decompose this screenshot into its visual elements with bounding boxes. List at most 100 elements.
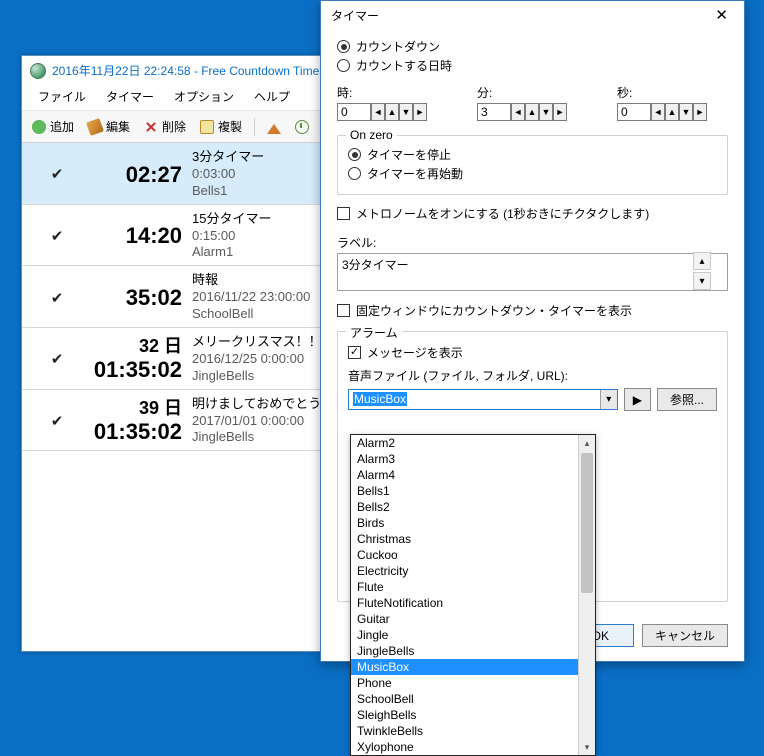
menu-help[interactable]: ヘルプ (244, 85, 300, 108)
fixed-window-checkbox[interactable]: 固定ウィンドウにカウントダウン・タイマーを表示 (337, 302, 728, 319)
radio-icon (348, 148, 361, 161)
label-textarea[interactable] (337, 253, 728, 291)
countdown: 02:27 (82, 162, 192, 187)
sound-combo-input[interactable]: MusicBox (348, 389, 618, 410)
countdown: 35:02 (82, 285, 192, 310)
seconds-up-button[interactable]: ▲ (665, 103, 679, 121)
close-button[interactable]: ✕ (709, 8, 734, 23)
seconds-right-button[interactable]: ► (693, 103, 707, 121)
label-label: ラベル: (337, 234, 728, 251)
checkbox-icon (348, 346, 361, 359)
home-button[interactable] (261, 117, 287, 137)
dialog-title: タイマー (331, 7, 379, 24)
minutes-up-button[interactable]: ▲ (525, 103, 539, 121)
onzero-restart[interactable]: タイマーを再始動 (348, 165, 717, 182)
scroll-thumb[interactable] (581, 453, 593, 593)
hours-left-button[interactable]: ◄ (371, 103, 385, 121)
hours-up-button[interactable]: ▲ (385, 103, 399, 121)
minutes-right-button[interactable]: ► (553, 103, 567, 121)
radio-icon (337, 40, 350, 53)
alarm-legend: アラーム (346, 324, 402, 341)
mode-countdown[interactable]: カウントダウン (337, 38, 728, 55)
add-button[interactable]: 追加 (26, 115, 80, 138)
x-icon (144, 120, 158, 134)
enable-checkbox[interactable]: ✔ (32, 350, 82, 368)
dropdown-option[interactable]: Xylophone (351, 739, 595, 755)
sound-combo[interactable]: MusicBox ▾ (348, 389, 618, 410)
dropdown-option[interactable]: Birds (351, 515, 595, 531)
dropdown-option[interactable]: MusicBox (351, 659, 595, 675)
hours-down-button[interactable]: ▼ (399, 103, 413, 121)
dialog-titlebar: タイマー ✕ (321, 1, 744, 30)
dropdown-option[interactable]: Christmas (351, 531, 595, 547)
dropdown-option[interactable]: Alarm2 (351, 435, 595, 451)
seconds-label: 秒: (617, 84, 707, 101)
hours-label: 時: (337, 84, 427, 101)
onzero-stop[interactable]: タイマーを停止 (348, 146, 717, 163)
countdown: 39 日01:35:02 (82, 398, 192, 444)
seconds-input[interactable] (617, 103, 651, 121)
enable-checkbox[interactable]: ✔ (32, 165, 82, 183)
scroll-up-icon[interactable]: ▴ (579, 435, 595, 451)
dropdown-option[interactable]: Alarm4 (351, 467, 595, 483)
onzero-group: On zero タイマーを停止 タイマーを再始動 (337, 135, 728, 195)
edit-button[interactable]: 編集 (82, 115, 136, 138)
play-button[interactable]: ▶ (624, 388, 651, 411)
countdown: 14:20 (82, 223, 192, 248)
dropdown-option[interactable]: Phone (351, 675, 595, 691)
dropdown-option[interactable]: Bells1 (351, 483, 595, 499)
cancel-button[interactable]: キャンセル (642, 624, 728, 647)
minutes-down-button[interactable]: ▼ (539, 103, 553, 121)
minutes-input[interactable] (477, 103, 511, 121)
hours-right-button[interactable]: ► (413, 103, 427, 121)
app-icon (30, 63, 46, 79)
dropdown-option[interactable]: FluteNotification (351, 595, 595, 611)
minutes-left-button[interactable]: ◄ (511, 103, 525, 121)
scroll-down-icon[interactable]: ▾ (579, 739, 595, 755)
dropdown-option[interactable]: Cuckoo (351, 547, 595, 563)
dropdown-option[interactable]: SchoolBell (351, 691, 595, 707)
enable-checkbox[interactable]: ✔ (32, 412, 82, 430)
minutes-label: 分: (477, 84, 567, 101)
radio-icon (348, 167, 361, 180)
seconds-down-button[interactable]: ▼ (679, 103, 693, 121)
dropdown-option[interactable]: Bells2 (351, 499, 595, 515)
onzero-legend: On zero (346, 128, 397, 142)
dropdown-option[interactable]: TwinkleBells (351, 723, 595, 739)
scrollbar[interactable]: ▴ ▾ (578, 435, 595, 755)
dropdown-option[interactable]: JingleBells (351, 643, 595, 659)
show-message-checkbox[interactable]: メッセージを表示 (348, 344, 717, 361)
enable-checkbox[interactable]: ✔ (32, 289, 82, 307)
sound-label: 音声ファイル (ファイル, フォルダ, URL): (348, 367, 717, 384)
menu-option[interactable]: オプション (164, 85, 244, 108)
dropdown-option[interactable]: Flute (351, 579, 595, 595)
clock-icon (295, 120, 309, 134)
dropdown-option[interactable]: SleighBells (351, 707, 595, 723)
dropdown-option[interactable]: Electricity (351, 563, 595, 579)
copy-icon (200, 120, 214, 134)
dropdown-option[interactable]: Jingle (351, 627, 595, 643)
browse-button[interactable]: 参照... (657, 388, 717, 411)
label-scroll-down[interactable]: ▾ (693, 272, 711, 290)
plus-icon (32, 120, 46, 134)
pencil-icon (86, 118, 104, 136)
sound-dropdown-list[interactable]: ▴ ▾ Alarm2Alarm3Alarm4Bells1Bells2BirdsC… (350, 434, 596, 756)
dropdown-option[interactable]: Guitar (351, 611, 595, 627)
label-scroll-up[interactable]: ▴ (693, 252, 711, 270)
menu-timer[interactable]: タイマー (96, 85, 164, 108)
countdown: 32 日01:35:02 (82, 336, 192, 382)
radio-icon (337, 59, 350, 72)
enable-checkbox[interactable]: ✔ (32, 227, 82, 245)
metronome-checkbox[interactable]: メトロノームをオンにする (1秒おきにチクタクします) (337, 205, 728, 222)
clock-button[interactable] (289, 117, 315, 137)
delete-button[interactable]: 削除 (138, 115, 192, 138)
chevron-down-icon[interactable]: ▾ (600, 390, 617, 409)
copy-button[interactable]: 複製 (194, 115, 248, 138)
menu-file[interactable]: ファイル (28, 85, 96, 108)
dropdown-option[interactable]: Alarm3 (351, 451, 595, 467)
checkbox-icon (337, 304, 350, 317)
checkbox-icon (337, 207, 350, 220)
hours-input[interactable] (337, 103, 371, 121)
mode-countto[interactable]: カウントする日時 (337, 57, 728, 74)
seconds-left-button[interactable]: ◄ (651, 103, 665, 121)
